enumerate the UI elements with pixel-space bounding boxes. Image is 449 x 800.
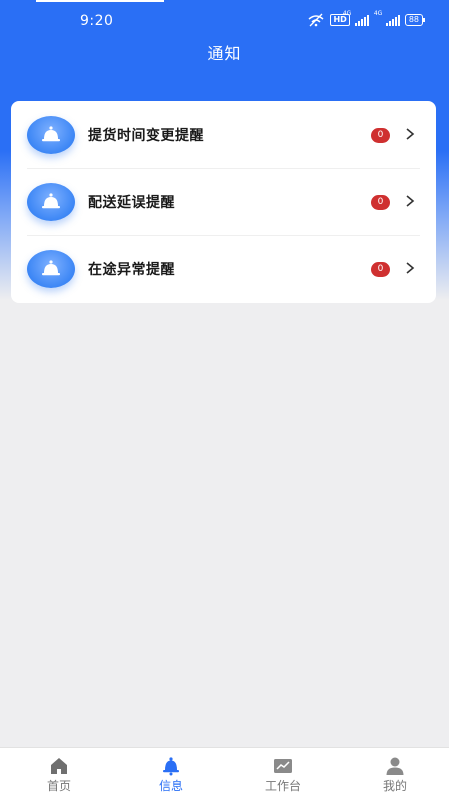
chevron-right-icon bbox=[406, 195, 415, 207]
notification-label: 配送延误提醒 bbox=[88, 195, 175, 211]
bell-icon bbox=[27, 183, 75, 221]
tab-label: 工作台 bbox=[264, 779, 301, 793]
notification-list: 提货时间变更提醒 0 配送延误提醒 0 在途异常提醒 0 bbox=[11, 101, 436, 303]
bell-icon bbox=[163, 757, 179, 776]
status-icons: HD 4G 4G 88 bbox=[307, 10, 426, 28]
bell-icon bbox=[27, 250, 75, 288]
notification-item-in-transit-exception[interactable]: 在途异常提醒 0 bbox=[11, 235, 436, 302]
status-top-line bbox=[36, 0, 164, 2]
tab-label: 我的 bbox=[382, 779, 407, 793]
signal-icon: 4G bbox=[343, 10, 369, 26]
network-label-2: 4G bbox=[373, 10, 383, 17]
home-icon bbox=[51, 758, 67, 774]
tab-messages[interactable]: 信息 bbox=[115, 748, 227, 800]
notification-label: 提货时间变更提醒 bbox=[88, 128, 204, 144]
bottom-tab-bar: 首页 信息 工作台 我的 bbox=[0, 747, 449, 800]
battery-icon: 88 bbox=[404, 14, 426, 26]
count-badge: 0 bbox=[371, 128, 390, 143]
no-wifi-icon bbox=[308, 13, 324, 27]
user-icon bbox=[386, 757, 404, 775]
count-badge: 0 bbox=[371, 262, 390, 277]
count-badge: 0 bbox=[371, 195, 390, 210]
tab-label: 首页 bbox=[46, 779, 71, 793]
notification-item-delivery-delay[interactable]: 配送延误提醒 0 bbox=[11, 168, 436, 235]
notification-item-pickup-time-change[interactable]: 提货时间变更提醒 0 bbox=[11, 101, 436, 168]
tab-home[interactable]: 首页 bbox=[3, 748, 115, 800]
chart-icon bbox=[274, 759, 292, 773]
bell-icon bbox=[27, 116, 75, 154]
network-label: 4G bbox=[342, 10, 352, 17]
signal-icon-2: 4G bbox=[374, 10, 400, 26]
chevron-right-icon bbox=[406, 262, 415, 274]
tab-profile[interactable]: 我的 bbox=[339, 748, 449, 800]
chevron-right-icon bbox=[406, 128, 415, 140]
tab-workbench[interactable]: 工作台 bbox=[227, 748, 339, 800]
status-time: 9:20 bbox=[80, 13, 114, 29]
status-bar: 9:20 HD 4G 4G 88 bbox=[0, 0, 449, 38]
notification-label: 在途异常提醒 bbox=[88, 262, 175, 278]
page-title: 通知 bbox=[207, 44, 242, 63]
tab-label: 信息 bbox=[158, 779, 183, 793]
